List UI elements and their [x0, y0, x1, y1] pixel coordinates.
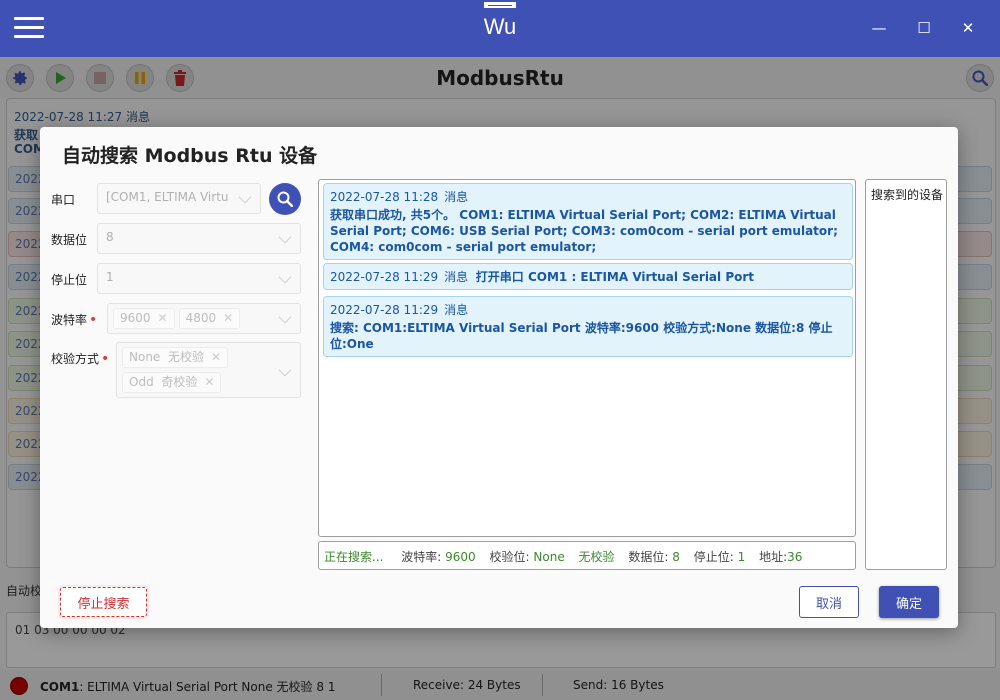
chevron-down-icon: [238, 190, 252, 204]
baud-tag: 9600 ✕: [113, 308, 175, 329]
log-item: 2022-07-28 11:28 消息 获取串口成功, 共5个。 COM1: EL…: [323, 183, 853, 260]
parity-tag: None 无校验 ✕: [122, 347, 229, 368]
parity-multiselect[interactable]: None 无校验 ✕ Odd 奇校验 ✕: [116, 342, 301, 398]
parity-label: 校验方式 •: [51, 351, 110, 367]
baud-multiselect[interactable]: 9600 ✕ 4800 ✕: [107, 303, 301, 334]
stop-search-button[interactable]: 停止搜索: [60, 587, 147, 617]
port-select[interactable]: [COM1, ELTIMA Virtu: [97, 183, 261, 214]
remove-tag-icon: ✕: [204, 375, 215, 389]
log-item: 2022-07-28 11:29 消息 打开串口 COM1 : ELTIMA Vi…: [323, 263, 853, 290]
parity-tag: Odd 奇校验 ✕: [122, 372, 222, 393]
dialog-title: 自动搜索 Modbus Rtu 设备: [62, 145, 318, 167]
chevron-down-icon: [278, 270, 292, 284]
remove-tag-icon: ✕: [210, 350, 222, 364]
databits-label: 数据位: [51, 233, 88, 247]
cancel-button[interactable]: 取消: [799, 586, 859, 618]
required-mark: •: [101, 351, 110, 367]
title-bar: Wu — ☐ ✕: [0, 0, 1000, 57]
log-item: 2022-07-28 11:29 消息 搜索: COM1:ELTIMA Virtu…: [323, 296, 853, 357]
app-title: Wu: [483, 14, 517, 39]
search-log[interactable]: 2022-07-28 11:28 消息 获取串口成功, 共5个。 COM1: EL…: [318, 179, 856, 537]
remove-tag-icon: ✕: [157, 311, 168, 325]
maximize-button[interactable]: ☐: [912, 18, 936, 38]
databits-select[interactable]: 8: [97, 223, 301, 254]
baud-tag: 4800 ✕: [178, 308, 241, 329]
port-search-button[interactable]: [269, 183, 301, 215]
stopbits-label: 停止位: [51, 273, 88, 287]
close-button[interactable]: ✕: [956, 18, 980, 38]
ok-button[interactable]: 确定: [879, 586, 939, 618]
search-status: 正在搜索... 波特率: 9600 校验位: None 无校验 数据位: 8 停…: [318, 541, 856, 570]
stopbits-select[interactable]: 1: [97, 263, 301, 294]
search-icon: [277, 191, 293, 207]
chevron-down-icon: [278, 310, 292, 324]
auto-search-dialog: 自动搜索 Modbus Rtu 设备 串口 [COM1, ELTIMA Virt…: [40, 127, 958, 628]
drag-handle[interactable]: [482, 0, 518, 10]
required-mark: •: [89, 312, 98, 328]
found-devices-list[interactable]: 搜索到的设备: [865, 179, 947, 570]
found-devices-title: 搜索到的设备: [871, 188, 944, 202]
port-label: 串口: [51, 193, 76, 207]
minimize-button[interactable]: —: [867, 18, 891, 38]
chevron-down-icon: [278, 230, 292, 244]
baud-label: 波特率 •: [51, 312, 98, 328]
remove-tag-icon: ✕: [223, 311, 234, 325]
